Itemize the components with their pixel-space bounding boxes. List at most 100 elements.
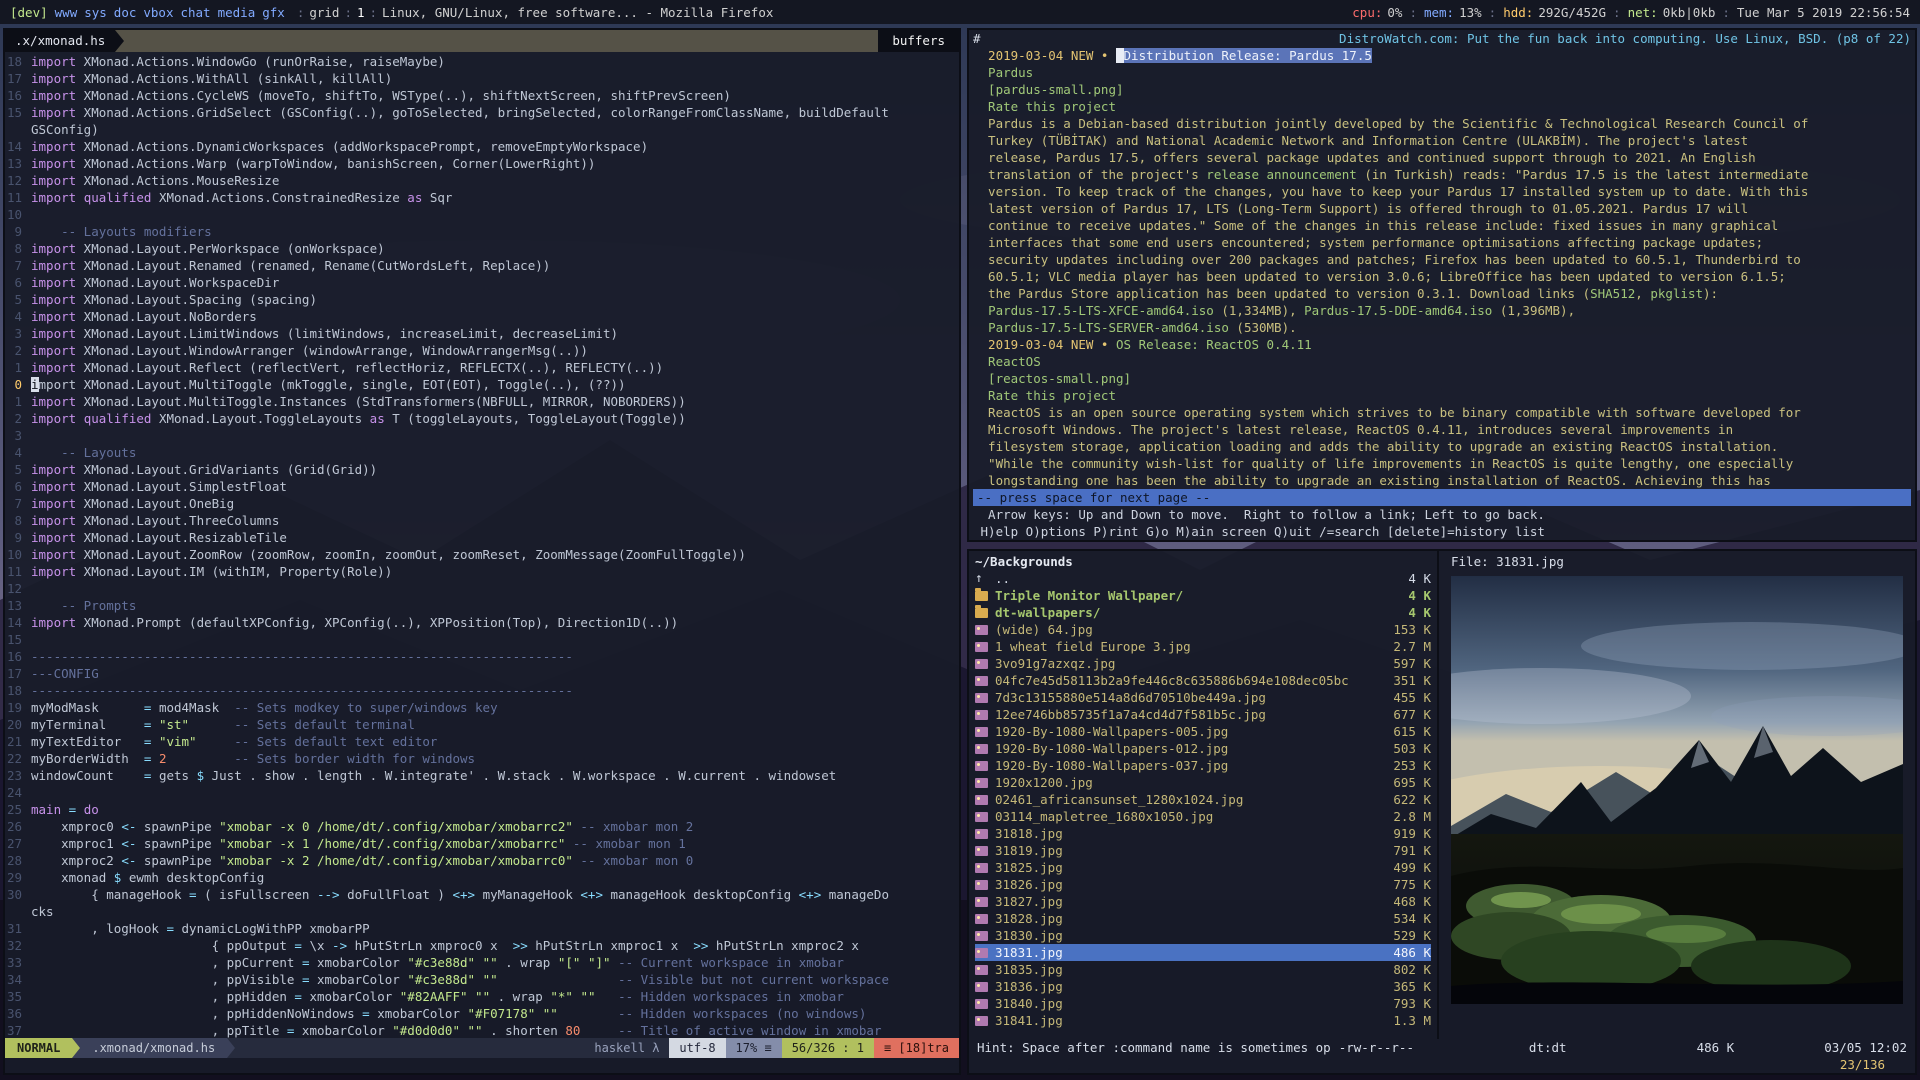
code-line[interactable]: 20myTerminal = "st" -- Sets default term… <box>5 716 959 733</box>
code-line[interactable]: 18--------------------------------------… <box>5 682 959 699</box>
code-line[interactable]: 2import qualified XMonad.Layout.ToggleLa… <box>5 410 959 427</box>
file-row[interactable]: 02461_africansunset_1280x1024.jpg622 K <box>975 791 1431 808</box>
layout-indicator[interactable]: grid <box>309 5 339 20</box>
code-line[interactable]: 0import XMonad.Layout.MultiToggle (mkTog… <box>5 376 959 393</box>
code-line[interactable]: 31 , logHook = dynamicLogWithPP xmobarPP <box>5 920 959 937</box>
link[interactable]: SHA512 <box>1590 286 1635 301</box>
file-row[interactable]: 31831.jpg486 K <box>975 944 1431 961</box>
code-line[interactable]: 17---CONFIG <box>5 665 959 682</box>
code-line[interactable]: GSConfig) <box>5 121 959 138</box>
file-row[interactable]: 31825.jpg499 K <box>975 859 1431 876</box>
link[interactable]: Pardus-17.5-DDE-amd64.iso <box>1304 303 1492 318</box>
workspace-item[interactable]: www <box>55 5 78 20</box>
code-line[interactable]: 33 , ppCurrent = xmobarColor "#c3e88d" "… <box>5 954 959 971</box>
workspace-item[interactable]: sys <box>84 5 107 20</box>
code-line[interactable]: 2import XMonad.Layout.WindowArranger (wi… <box>5 342 959 359</box>
file-row[interactable]: 1920-By-1080-Wallpapers-012.jpg503 K <box>975 740 1431 757</box>
file-row[interactable]: Triple Monitor Wallpaper/4 K <box>975 587 1431 604</box>
code-line[interactable]: 24 <box>5 784 959 801</box>
link[interactable]: [reactos-small.png] <box>973 371 1131 386</box>
file-row[interactable]: 31826.jpg775 K <box>975 876 1431 893</box>
workspace-item[interactable]: media <box>218 5 256 20</box>
code-line[interactable]: 35 , ppHidden = xmobarColor "#82AAFF" ""… <box>5 988 959 1005</box>
code-line[interactable]: 32 { ppOutput = \x -> hPutStrLn xmproc0 … <box>5 937 959 954</box>
link[interactable]: Pardus <box>973 65 1033 80</box>
file-row[interactable]: 31835.jpg802 K <box>975 961 1431 978</box>
code-line[interactable]: 9import XMonad.Layout.ResizableTile <box>5 529 959 546</box>
link[interactable]: ReactOS <box>973 354 1041 369</box>
workspace-item[interactable]: chat <box>180 5 210 20</box>
code-line[interactable]: 28 xmproc2 <- spawnPipe "xmobar -x 2 /ho… <box>5 852 959 869</box>
code-line[interactable]: 12 <box>5 580 959 597</box>
code-line[interactable]: 6import XMonad.Layout.SimplestFloat <box>5 478 959 495</box>
code-line[interactable]: 37 , ppTitle = xmobarColor "#d0d0d0" "" … <box>5 1022 959 1038</box>
code-line[interactable]: 1import XMonad.Layout.MultiToggle.Instan… <box>5 393 959 410</box>
link[interactable]: release announcement <box>1206 167 1357 182</box>
file-row[interactable]: dt-wallpapers/4 K <box>975 604 1431 621</box>
code-line[interactable]: 15import XMonad.Actions.GridSelect (GSCo… <box>5 104 959 121</box>
code-line[interactable]: 4 -- Layouts <box>5 444 959 461</box>
code-line[interactable]: 7import XMonad.Layout.Renamed (renamed, … <box>5 257 959 274</box>
file-row[interactable]: 31819.jpg791 K <box>975 842 1431 859</box>
code-line[interactable]: 25main = do <box>5 801 959 818</box>
file-row[interactable]: 7d3c13155880e514a8d6d70510be449a.jpg455 … <box>975 689 1431 706</box>
code-line[interactable]: 4import XMonad.Layout.NoBorders <box>5 308 959 325</box>
link[interactable]: pkglist <box>1650 286 1703 301</box>
file-row[interactable]: ↑..4 K <box>975 570 1431 587</box>
file-row[interactable]: (wide) 64.jpg153 K <box>975 621 1431 638</box>
vifm-window[interactable]: ~/Backgrounds ↑..4 KTriple Monitor Wallp… <box>967 549 1917 1075</box>
file-row[interactable]: 31836.jpg365 K <box>975 978 1431 995</box>
code-line[interactable]: 18import XMonad.Actions.WindowGo (runOrR… <box>5 53 959 70</box>
code-line[interactable]: 30 { manageHook = ( isFullscreen --> doF… <box>5 886 959 903</box>
code-line[interactable]: 5import XMonad.Layout.Spacing (spacing) <box>5 291 959 308</box>
vim-window[interactable]: .x/xmonad.hs buffers 18import XMonad.Act… <box>3 28 961 1075</box>
code-line[interactable]: 10 <box>5 206 959 223</box>
code-line[interactable]: 16import XMonad.Actions.CycleWS (moveTo,… <box>5 87 959 104</box>
file-row[interactable]: 1920-By-1080-Wallpapers-005.jpg615 K <box>975 723 1431 740</box>
code-line[interactable]: 1import XMonad.Layout.Reflect (reflectVe… <box>5 359 959 376</box>
code-line[interactable]: 14import XMonad.Prompt (defaultXPConfig,… <box>5 614 959 631</box>
workspace-item[interactable]: gfx <box>262 5 285 20</box>
workspace-current[interactable]: [dev] <box>10 5 48 20</box>
file-row[interactable]: 1 wheat field Europe 3.jpg2.7 M <box>975 638 1431 655</box>
file-row[interactable]: 03114_mapletree_1680x1050.jpg2.8 M <box>975 808 1431 825</box>
link[interactable]: Pardus-17.5-LTS-XFCE-amd64.iso <box>988 303 1214 318</box>
code-line[interactable]: 3 <box>5 427 959 444</box>
file-row[interactable]: 04fc7e45d58113b2a9fe446c8c635886b694e108… <box>975 672 1431 689</box>
toolbar-link[interactable]: # <box>973 30 981 47</box>
code-line[interactable]: 6import XMonad.Layout.WorkspaceDir <box>5 274 959 291</box>
file-row[interactable]: 31830.jpg529 K <box>975 927 1431 944</box>
code-line[interactable]: 15 <box>5 631 959 648</box>
link[interactable]: Pardus-17.5-LTS-SERVER-amd64.iso <box>988 320 1229 335</box>
link[interactable]: [pardus-small.png] <box>973 82 1124 97</box>
code-line[interactable]: 8import XMonad.Layout.PerWorkspace (onWo… <box>5 240 959 257</box>
file-row[interactable]: 31841.jpg1.3 M <box>975 1012 1431 1029</box>
vim-buffer[interactable]: 18import XMonad.Actions.WindowGo (runOrR… <box>5 52 959 1038</box>
link[interactable]: Distribution Release: Pardus 17.5 <box>1124 48 1372 63</box>
code-line[interactable]: 8import XMonad.Layout.ThreeColumns <box>5 512 959 529</box>
file-row[interactable]: 31818.jpg919 K <box>975 825 1431 842</box>
file-row[interactable]: 31828.jpg534 K <box>975 910 1431 927</box>
file-row[interactable]: 1920x1200.jpg695 K <box>975 774 1431 791</box>
code-line[interactable]: 12import XMonad.Actions.MouseResize <box>5 172 959 189</box>
code-line[interactable]: 9 -- Layouts modifiers <box>5 223 959 240</box>
code-line[interactable]: 10import XMonad.Layout.ZoomRow (zoomRow,… <box>5 546 959 563</box>
code-line[interactable]: 34 , ppVisible = xmobarColor "#c3e88d" "… <box>5 971 959 988</box>
workspace-item[interactable]: doc <box>114 5 137 20</box>
file-row[interactable]: 31840.jpg793 K <box>975 995 1431 1012</box>
code-line[interactable]: 36 , ppHiddenNoWindows = xmobarColor "#F… <box>5 1005 959 1022</box>
code-line[interactable]: 16--------------------------------------… <box>5 648 959 665</box>
code-line[interactable]: 13import XMonad.Actions.Warp (warpToWind… <box>5 155 959 172</box>
code-line[interactable]: 21myTextEditor = "vim" -- Sets default t… <box>5 733 959 750</box>
link[interactable]: OS Release: ReactOS 0.4.11 <box>1116 337 1312 352</box>
code-line[interactable]: 13 -- Prompts <box>5 597 959 614</box>
workspace-item[interactable]: vbox <box>143 5 173 20</box>
file-row[interactable]: 31827.jpg468 K <box>975 893 1431 910</box>
code-line[interactable]: 3import XMonad.Layout.LimitWindows (limi… <box>5 325 959 342</box>
code-line[interactable]: 11import qualified XMonad.Actions.Constr… <box>5 189 959 206</box>
link[interactable]: Rate this project <box>973 388 1116 403</box>
code-line[interactable]: 22myBorderWidth = 2 -- Sets border width… <box>5 750 959 767</box>
code-line[interactable]: 23windowCount = gets $ Just . show . len… <box>5 767 959 784</box>
code-line[interactable]: 29 xmonad $ ewmh desktopConfig <box>5 869 959 886</box>
code-line[interactable]: 14import XMonad.Actions.DynamicWorkspace… <box>5 138 959 155</box>
